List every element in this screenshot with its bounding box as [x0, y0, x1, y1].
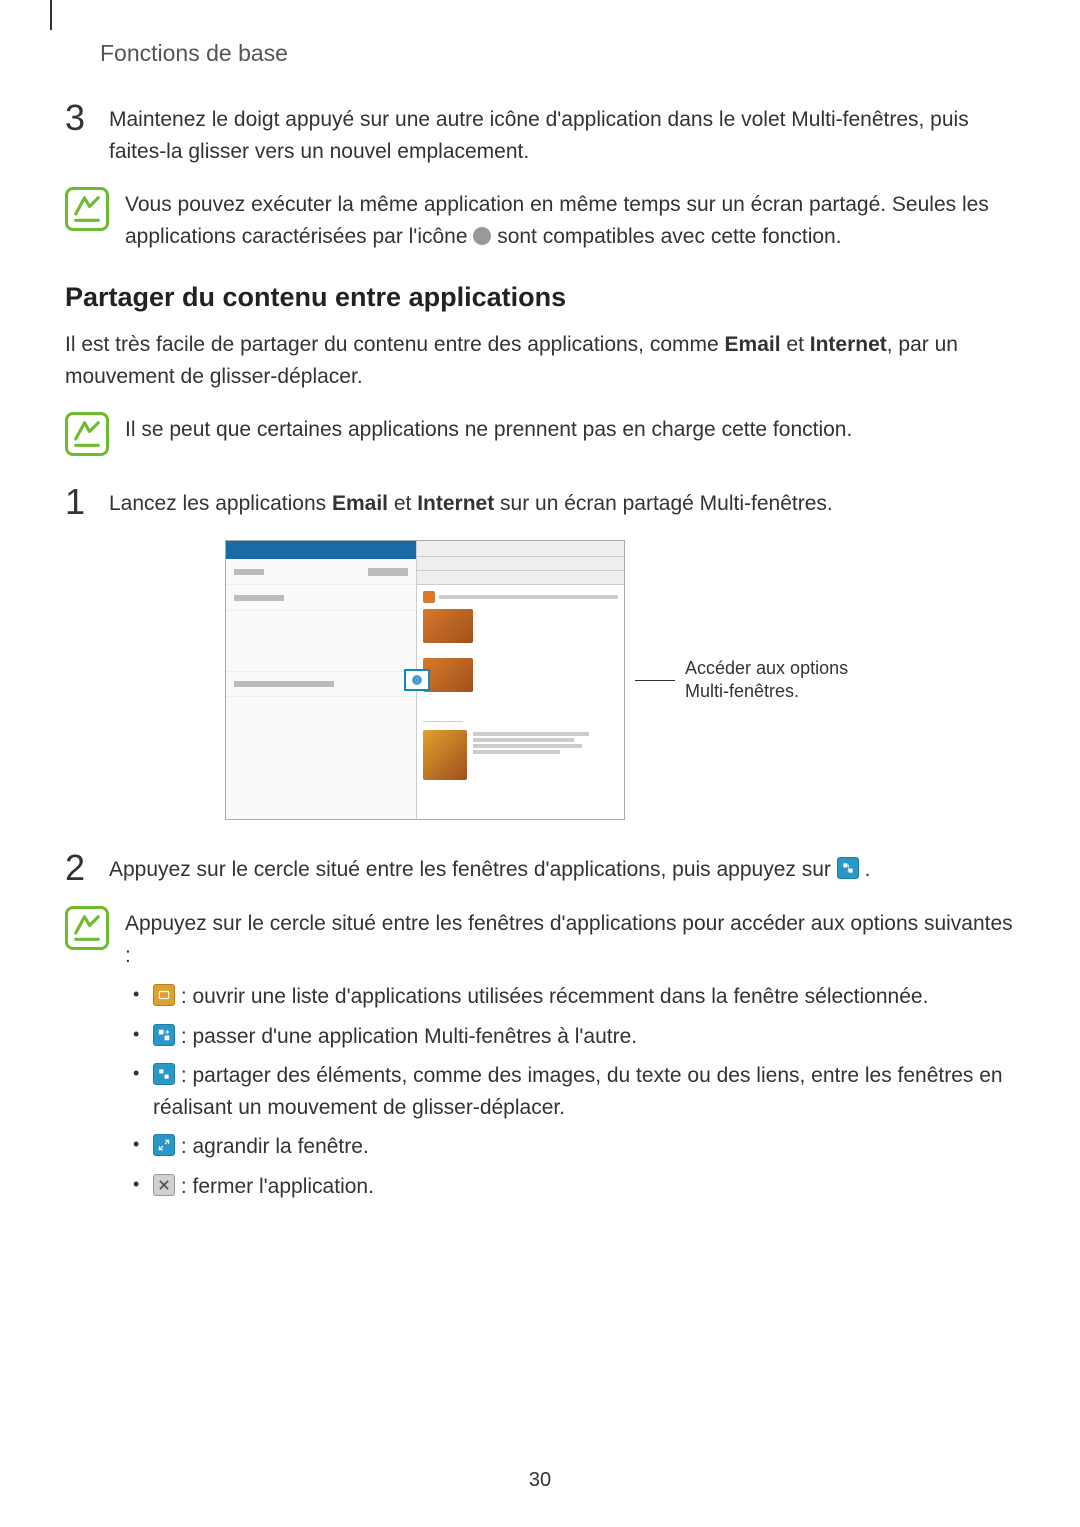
intro-d: Internet — [810, 333, 887, 356]
list-item: : partager des éléments, comme des image… — [125, 1060, 1015, 1123]
note-3: Appuyez sur le cercle situé entre les fe… — [65, 906, 1015, 1210]
list-item: : ouvrir une liste d'applications utilis… — [125, 981, 1015, 1013]
swap-windows-icon — [153, 1024, 175, 1046]
step-text: Maintenez le doigt appuyé sur une autre … — [109, 100, 1015, 167]
s2-a: Appuyez sur le cercle situé entre les fe… — [109, 858, 837, 881]
note-text: Il se peut que certaines applications ne… — [125, 412, 1015, 446]
close-app-icon — [153, 1174, 175, 1196]
li3: : agrandir la fenêtre. — [175, 1135, 369, 1158]
step-text: Lancez les applications Email et Interne… — [109, 484, 1015, 520]
intro-a: Il est très facile de partager du conten… — [65, 333, 725, 356]
recent-apps-icon — [153, 984, 175, 1006]
page-edge-mark — [50, 0, 52, 30]
step-2: 2 Appuyez sur le cercle situé entre les … — [65, 850, 1015, 886]
intro-paragraph: Il est très facile de partager du conten… — [65, 329, 1015, 392]
note-1: Vous pouvez exécuter la même application… — [65, 187, 1015, 252]
note-text: Appuyez sur le cercle situé entre les fe… — [125, 906, 1015, 1210]
compatibility-icon — [473, 227, 491, 245]
share-items-icon — [153, 1063, 175, 1085]
note-icon — [65, 187, 109, 231]
s1-d: Internet — [417, 492, 494, 515]
note-icon — [65, 412, 109, 456]
figure: ─────── Accéder aux options Multi-fenêtr… — [65, 540, 1015, 820]
step-1: 1 Lancez les applications Email et Inter… — [65, 484, 1015, 520]
list-item: : passer d'une application Multi-fenêtre… — [125, 1021, 1015, 1053]
step-number: 3 — [65, 100, 93, 136]
step-number: 2 — [65, 850, 93, 886]
note-text: Vous pouvez exécuter la même application… — [125, 187, 1015, 252]
share-icon — [837, 857, 859, 879]
figure-handle — [404, 669, 430, 691]
callout-text: Accéder aux options Multi-fenêtres. — [685, 657, 855, 704]
li0: : ouvrir une liste d'applications utilis… — [175, 985, 928, 1008]
s1-e: sur un écran partagé Multi-fenêtres. — [494, 492, 833, 515]
intro-b: Email — [725, 333, 781, 356]
list-item: : fermer l'application. — [125, 1171, 1015, 1203]
figure-left-pane — [226, 541, 417, 819]
step-number: 1 — [65, 484, 93, 520]
li2: : partager des éléments, comme des image… — [153, 1064, 1003, 1119]
li1: : passer d'une application Multi-fenêtre… — [175, 1025, 637, 1048]
s1-a: Lancez les applications — [109, 492, 332, 515]
s2-b: . — [865, 858, 871, 881]
note-text-b: sont compatibles avec cette fonction. — [497, 225, 841, 248]
note-2: Il se peut que certaines applications ne… — [65, 412, 1015, 456]
note-icon — [65, 906, 109, 950]
li4: : fermer l'application. — [175, 1175, 374, 1198]
step-3: 3 Maintenez le doigt appuyé sur une autr… — [65, 100, 1015, 167]
callout-line — [635, 680, 675, 681]
s1-c: et — [388, 492, 417, 515]
figure-right-pane: ─────── — [417, 541, 624, 819]
s1-b: Email — [332, 492, 388, 515]
options-list: : ouvrir une liste d'applications utilis… — [125, 981, 1015, 1202]
section-heading: Partager du contenu entre applications — [65, 282, 1015, 313]
section-header: Fonctions de base — [100, 40, 288, 67]
note3-intro: Appuyez sur le cercle situé entre les fe… — [125, 908, 1015, 971]
intro-c: et — [781, 333, 810, 356]
page-number: 30 — [0, 1469, 1080, 1492]
list-item: : agrandir la fenêtre. — [125, 1131, 1015, 1163]
maximize-icon — [153, 1134, 175, 1156]
figure-device: ─────── — [225, 540, 625, 820]
step-text: Appuyez sur le cercle situé entre les fe… — [109, 850, 1015, 886]
